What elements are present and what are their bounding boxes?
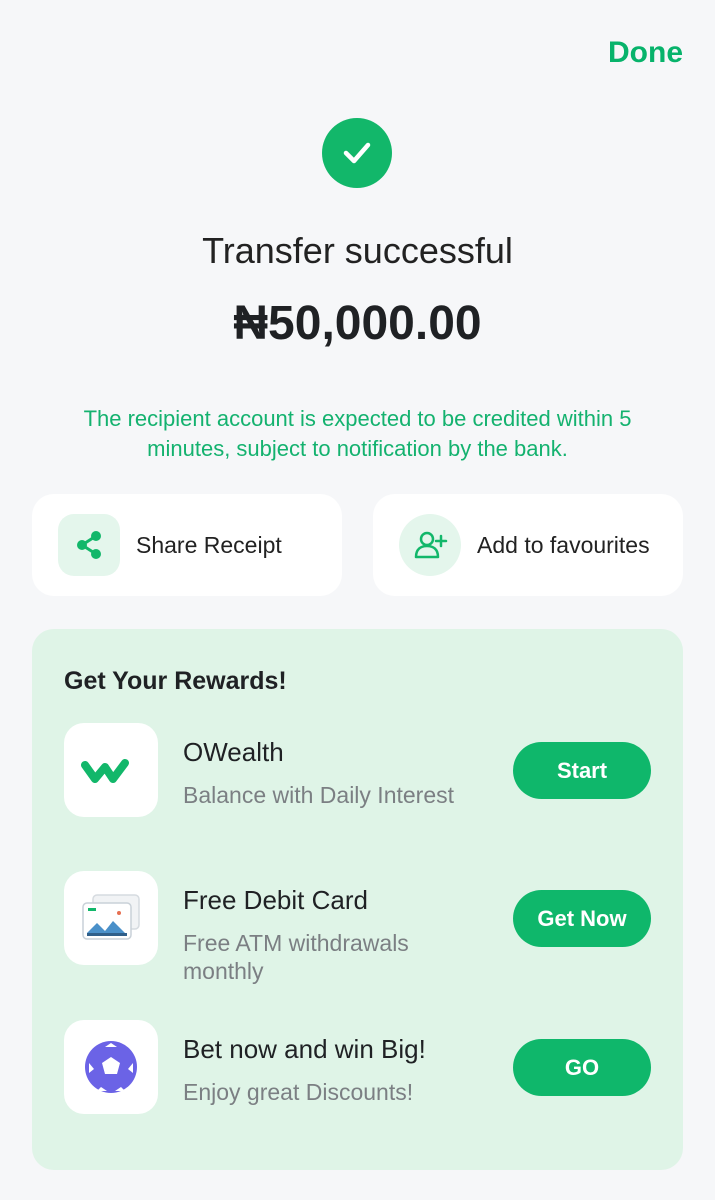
status-title: Transfer successful: [202, 230, 513, 271]
credit-notice: The recipient account is expected to be …: [83, 406, 632, 461]
done-button[interactable]: Done: [608, 36, 683, 70]
rewards-panel: Get Your Rewards! OWealth Balance with D…: [32, 629, 683, 1170]
add-user-icon: [399, 514, 461, 576]
reward-item-owealth: OWealth Balance with Daily Interest Star…: [64, 723, 651, 819]
share-receipt-button[interactable]: Share Receipt: [32, 494, 342, 596]
owealth-logo-icon: [64, 723, 158, 817]
go-button[interactable]: GO: [513, 1039, 651, 1096]
get-now-button[interactable]: Get Now: [513, 890, 651, 947]
add-to-favourites-label: Add to favourites: [477, 531, 650, 558]
reward-description: Balance with Daily Interest: [183, 782, 455, 808]
reward-description: Enjoy great Discounts!: [183, 1079, 414, 1105]
reward-name: Free Debit Card: [183, 885, 368, 915]
football-icon: [64, 1020, 158, 1114]
reward-name: Bet now and win Big!: [183, 1034, 426, 1064]
reward-item-bet: Bet now and win Big! Enjoy great Discoun…: [64, 1020, 651, 1116]
share-icon: [58, 514, 120, 576]
success-check-icon: [322, 118, 392, 188]
reward-description: Free ATM withdrawals monthly: [183, 930, 409, 984]
start-button[interactable]: Start: [513, 742, 651, 799]
reward-name: OWealth: [183, 737, 284, 767]
reward-item-debit-card: Free Debit Card Free ATM withdrawals mon…: [64, 871, 651, 984]
rewards-title: Get Your Rewards!: [64, 667, 287, 695]
transfer-amount: ₦50,000.00: [233, 297, 482, 350]
debit-card-icon: [64, 871, 158, 965]
add-to-favourites-button[interactable]: Add to favourites: [373, 494, 683, 596]
share-receipt-label: Share Receipt: [136, 531, 282, 558]
